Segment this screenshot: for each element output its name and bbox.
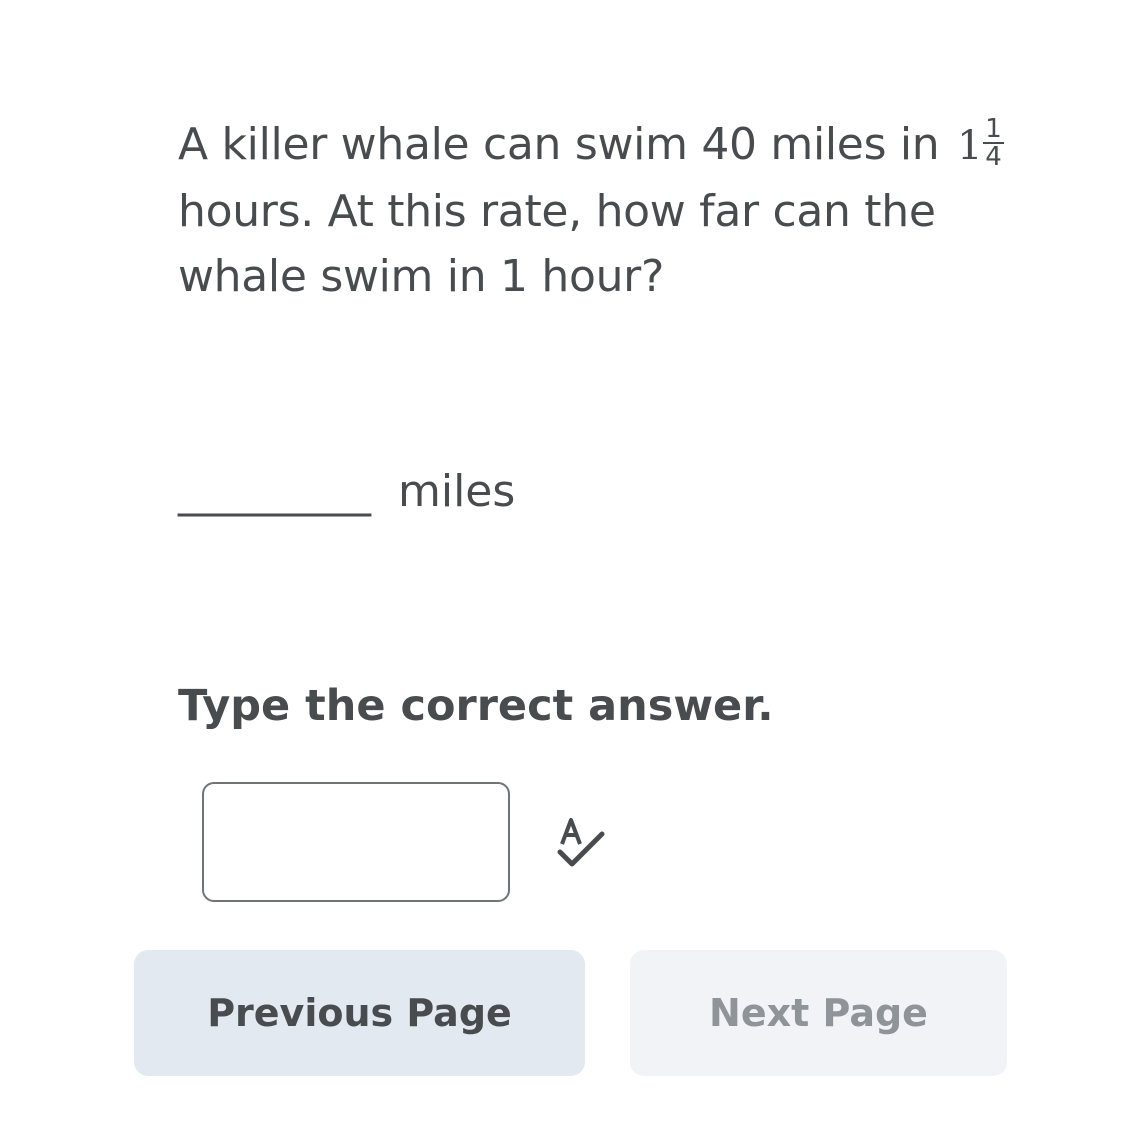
fraction-numerator: 1 (983, 114, 1004, 144)
question-line-2: hours. At this rate, how far can the (178, 186, 936, 237)
answer-blank: __________ (178, 466, 371, 517)
answer-input[interactable] (202, 782, 510, 902)
mixed-number-whole: 1 (957, 123, 983, 169)
instruction-text: Type the correct answer. (178, 681, 774, 731)
fraction: 14 (983, 114, 1004, 172)
question-line-1-text: A killer whale can swim 40 miles in (178, 119, 940, 170)
question-line-3: whale swim in 1 hour? (178, 251, 665, 302)
question-text: A killer whale can swim 40 miles in 114 … (178, 112, 1038, 309)
question-line-1: A killer whale can swim 40 miles in 114 (178, 112, 1038, 179)
previous-page-button[interactable]: Previous Page (134, 950, 585, 1076)
fraction-denominator: 4 (985, 142, 1002, 172)
spellcheck-icon[interactable] (552, 814, 616, 878)
answer-blank-row: __________ miles (178, 462, 515, 522)
next-page-button[interactable]: Next Page (630, 950, 1007, 1076)
unit-label: miles (398, 466, 516, 517)
